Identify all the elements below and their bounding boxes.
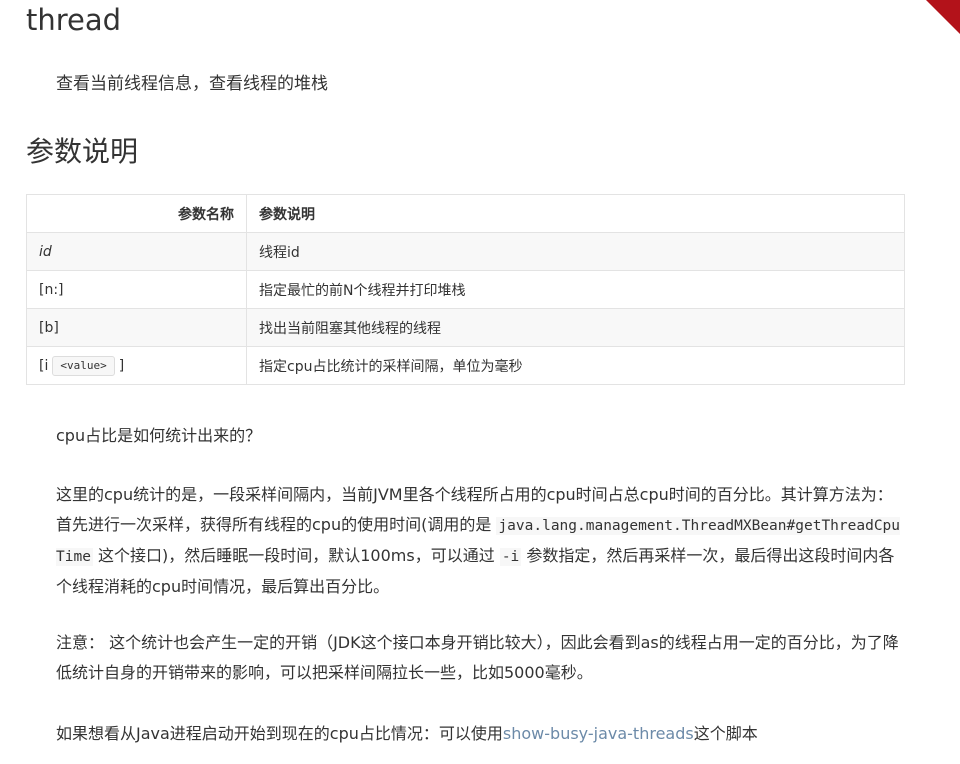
param-desc: 指定cpu占比统计的采样间隔，单位为毫秒 [246, 346, 905, 385]
table-row: [i <value>] 指定cpu占比统计的采样间隔，单位为毫秒 [26, 346, 905, 385]
param-name: [i <value>] [26, 346, 247, 385]
table-row: [b] 找出当前阻塞其他线程的线程 [26, 308, 905, 347]
param-desc: 找出当前阻塞其他线程的线程 [246, 308, 905, 347]
param-name: [n:] [26, 270, 247, 309]
param-desc: 线程id [246, 232, 905, 271]
section-title: 参数说明 [26, 135, 139, 168]
table-row: [n:] 指定最忙的前N个线程并打印堆栈 [26, 270, 905, 309]
command-summary: 查看当前线程信息，查看线程的堆栈 [56, 74, 328, 94]
script-tip: 如果想看从Java进程启动开始到现在的cpu占比情况：可以使用show-busy… [56, 719, 906, 749]
param-name-prefix: [i [39, 357, 49, 374]
parameter-table: 参数名称 参数说明 id 线程id [n:] 指定最忙的前N个线程并打印堆栈 [… [26, 194, 905, 385]
param-name: [b] [26, 308, 247, 347]
script-tip-text-2: 这个脚本 [693, 724, 758, 743]
param-desc: 指定最忙的前N个线程并打印堆栈 [246, 270, 905, 309]
corner-ribbon [926, 0, 960, 34]
script-tip-text-1: 如果想看从Java进程启动开始到现在的cpu占比情况：可以使用 [56, 724, 503, 743]
table-header-row: 参数名称 参数说明 [26, 194, 905, 233]
param-name-suffix: ] [118, 357, 125, 374]
header-param-desc: 参数说明 [246, 194, 905, 233]
cpu-explanation: 这里的cpu统计的是，一段采样间隔内，当前JVM里各个线程所占用的cpu时间占总… [56, 480, 906, 602]
explanation-text-2: 这个接口)，然后睡眠一段时间，默认100ms，可以通过 [92, 546, 500, 565]
cpu-question: cpu占比是如何统计出来的？ [56, 426, 262, 445]
param-name: id [26, 232, 247, 271]
param-value-code: <value> [52, 355, 115, 376]
interval-flag-code: -i [499, 548, 522, 566]
table-row: id 线程id [26, 232, 905, 271]
page-title: thread [26, 3, 122, 37]
show-busy-java-threads-link[interactable]: show-busy-java-threads [503, 724, 694, 743]
header-param-name: 参数名称 [26, 194, 247, 233]
overhead-note: 注意： 这个统计也会产生一定的开销（JDK这个接口本身开销比较大），因此会看到a… [56, 633, 899, 682]
